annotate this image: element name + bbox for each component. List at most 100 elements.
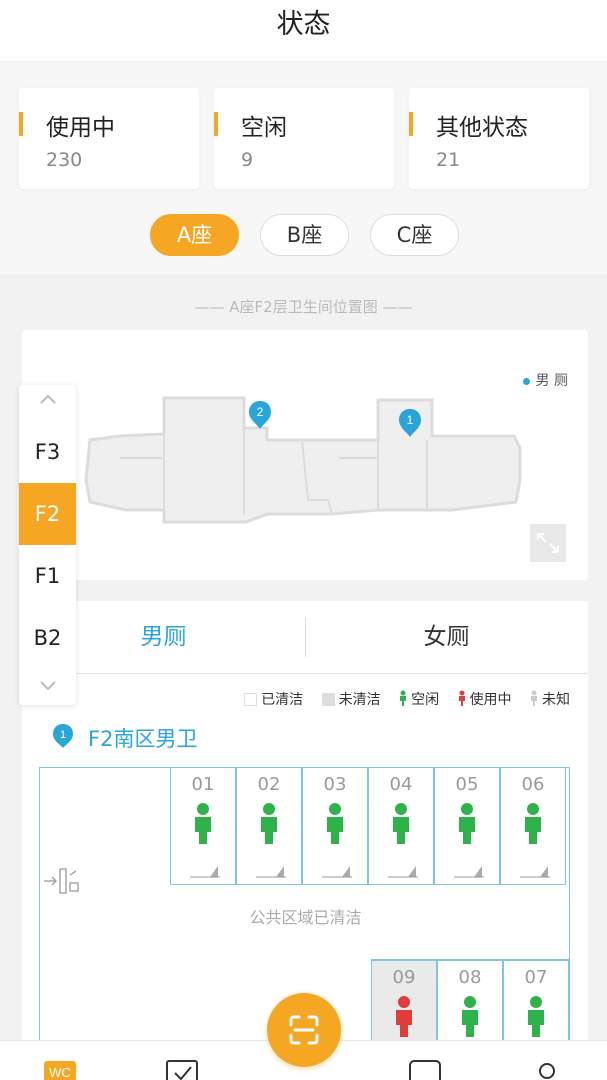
corridor-edge [371, 959, 570, 960]
legend-unknown-label: 未知 [542, 692, 570, 708]
tab-female[interactable]: 女厕 [305, 601, 588, 673]
not-cleaned-swatch-icon [321, 693, 335, 706]
chevron-down-icon[interactable] [19, 677, 76, 696]
map-caption: —— A座F2层卫生间位置图 —— [0, 296, 607, 317]
header: 状态 [0, 0, 607, 62]
cleaned-swatch-icon [244, 693, 258, 706]
stats-area: 使用中 230 空闲 9 其他状态 21 A座 B座 C座 [0, 62, 607, 274]
urinal-icon [388, 866, 418, 878]
urinal-icon [322, 866, 352, 878]
floor-b2[interactable]: B2 [19, 607, 76, 669]
person-green-icon [393, 803, 409, 844]
urinal-icon [190, 866, 220, 878]
person-red-icon [396, 996, 412, 1037]
nav-tasks[interactable] [165, 1059, 199, 1080]
stall-cell[interactable]: 03 [302, 767, 368, 885]
caption-line-right: —— [377, 298, 413, 316]
status-legend: 已清洁 未清洁 空闲 使用中 未知 [230, 689, 570, 709]
public-area-status: 公共区域已清洁 [249, 908, 362, 927]
marker-2-label: 2 [257, 405, 264, 419]
floor-f2[interactable]: F2 [19, 483, 76, 545]
stall-cell[interactable]: 06 [500, 767, 566, 885]
nav-messages[interactable] [408, 1059, 442, 1080]
stat-value: 9 [241, 149, 254, 171]
map-caption-text: A座F2层卫生间位置图 [229, 298, 378, 316]
person-green-icon [261, 803, 277, 844]
stall-cell[interactable]: 01 [170, 767, 236, 885]
stall-number: 06 [521, 774, 545, 795]
person-green-icon [525, 803, 541, 844]
person-green-icon [400, 690, 407, 706]
tab-underline [22, 673, 588, 674]
urinal-icon [454, 866, 484, 878]
zone-title: 1 F2南区男卫 [52, 723, 197, 753]
building-c-button[interactable]: C座 [370, 214, 459, 256]
accent-bar [214, 112, 218, 136]
stall-number: 08 [458, 967, 482, 988]
person-green-icon [462, 996, 478, 1037]
stat-value: 230 [46, 149, 83, 171]
stall-number: 03 [323, 774, 347, 795]
zone-marker-label: 1 [60, 729, 66, 741]
stall-number: 02 [257, 774, 281, 795]
stat-label: 其他状态 [436, 115, 528, 141]
legend-free: 空闲 [399, 690, 440, 708]
floor-map[interactable]: 男 厕 2 1 [22, 330, 588, 580]
stat-card-free: 空闲 9 [214, 88, 394, 189]
nav-profile[interactable] [536, 1061, 558, 1080]
profile-icon [539, 1063, 555, 1079]
scan-icon [289, 1015, 319, 1045]
stat-card-in-use: 使用中 230 [19, 88, 199, 189]
stat-card-other: 其他状态 21 [409, 88, 589, 189]
stall-number: 09 [392, 967, 416, 988]
building-a-button[interactable]: A座 [150, 214, 239, 256]
stall-number: 04 [389, 774, 413, 795]
zone-title-text: F2南区男卫 [88, 727, 198, 751]
nav-wc[interactable]: WC [44, 1061, 76, 1080]
wc-icon: WC [44, 1061, 76, 1080]
entrance-icon [44, 868, 79, 894]
floor-f3[interactable]: F3 [19, 421, 76, 483]
stall-cell[interactable]: 02 [236, 767, 302, 885]
message-icon [409, 1060, 441, 1080]
accent-bar [19, 112, 23, 136]
floor-f1[interactable]: F1 [19, 545, 76, 607]
legend-not-cleaned: 未清洁 [321, 692, 381, 708]
legend-in-use: 使用中 [458, 690, 512, 708]
caption-line-left: —— [194, 298, 230, 316]
building-b-button[interactable]: B座 [260, 214, 349, 256]
expand-icon[interactable] [530, 524, 566, 562]
urinal-icon [520, 866, 550, 878]
expand-arrows-icon [537, 533, 559, 553]
person-green-icon [195, 803, 211, 844]
floor-plan [84, 396, 522, 524]
legend-not-cleaned-label: 未清洁 [338, 692, 381, 708]
person-red-icon [458, 690, 465, 706]
stall-number: 07 [524, 967, 548, 988]
corridor-edge [569, 885, 570, 960]
person-green-icon [327, 803, 343, 844]
stall-cell[interactable]: 05 [434, 767, 500, 885]
legend-unknown: 未知 [530, 690, 570, 708]
legend-cleaned-label: 已清洁 [261, 692, 304, 708]
accent-bar [409, 112, 413, 136]
stat-label: 空闲 [241, 115, 287, 141]
person-gray-icon [531, 690, 537, 706]
person-green-icon [528, 996, 544, 1037]
stall-number: 01 [191, 774, 215, 795]
chevron-up-icon[interactable] [19, 391, 76, 410]
stall-cell[interactable]: 04 [368, 767, 434, 885]
marker-1-icon[interactable]: 1 [398, 408, 422, 438]
legend-in-use-label: 使用中 [469, 692, 512, 708]
location-pin-icon: 1 [53, 724, 73, 748]
legend-free-label: 空闲 [411, 692, 440, 708]
page-title: 状态 [276, 9, 331, 40]
legend-cleaned: 已清洁 [244, 692, 303, 708]
person-green-icon [459, 803, 475, 844]
marker-1-label: 1 [407, 413, 414, 427]
floor-picker[interactable]: F3 F2 F1 B2 [19, 385, 76, 705]
restroom-detail: 男厕 女厕 已清洁 未清洁 空闲 使用中 未知 1 F2南区男卫 公共区域已清洁… [22, 601, 588, 1070]
scan-button[interactable] [267, 993, 341, 1067]
marker-2-icon[interactable]: 2 [248, 400, 272, 430]
stall-number: 05 [455, 774, 479, 795]
